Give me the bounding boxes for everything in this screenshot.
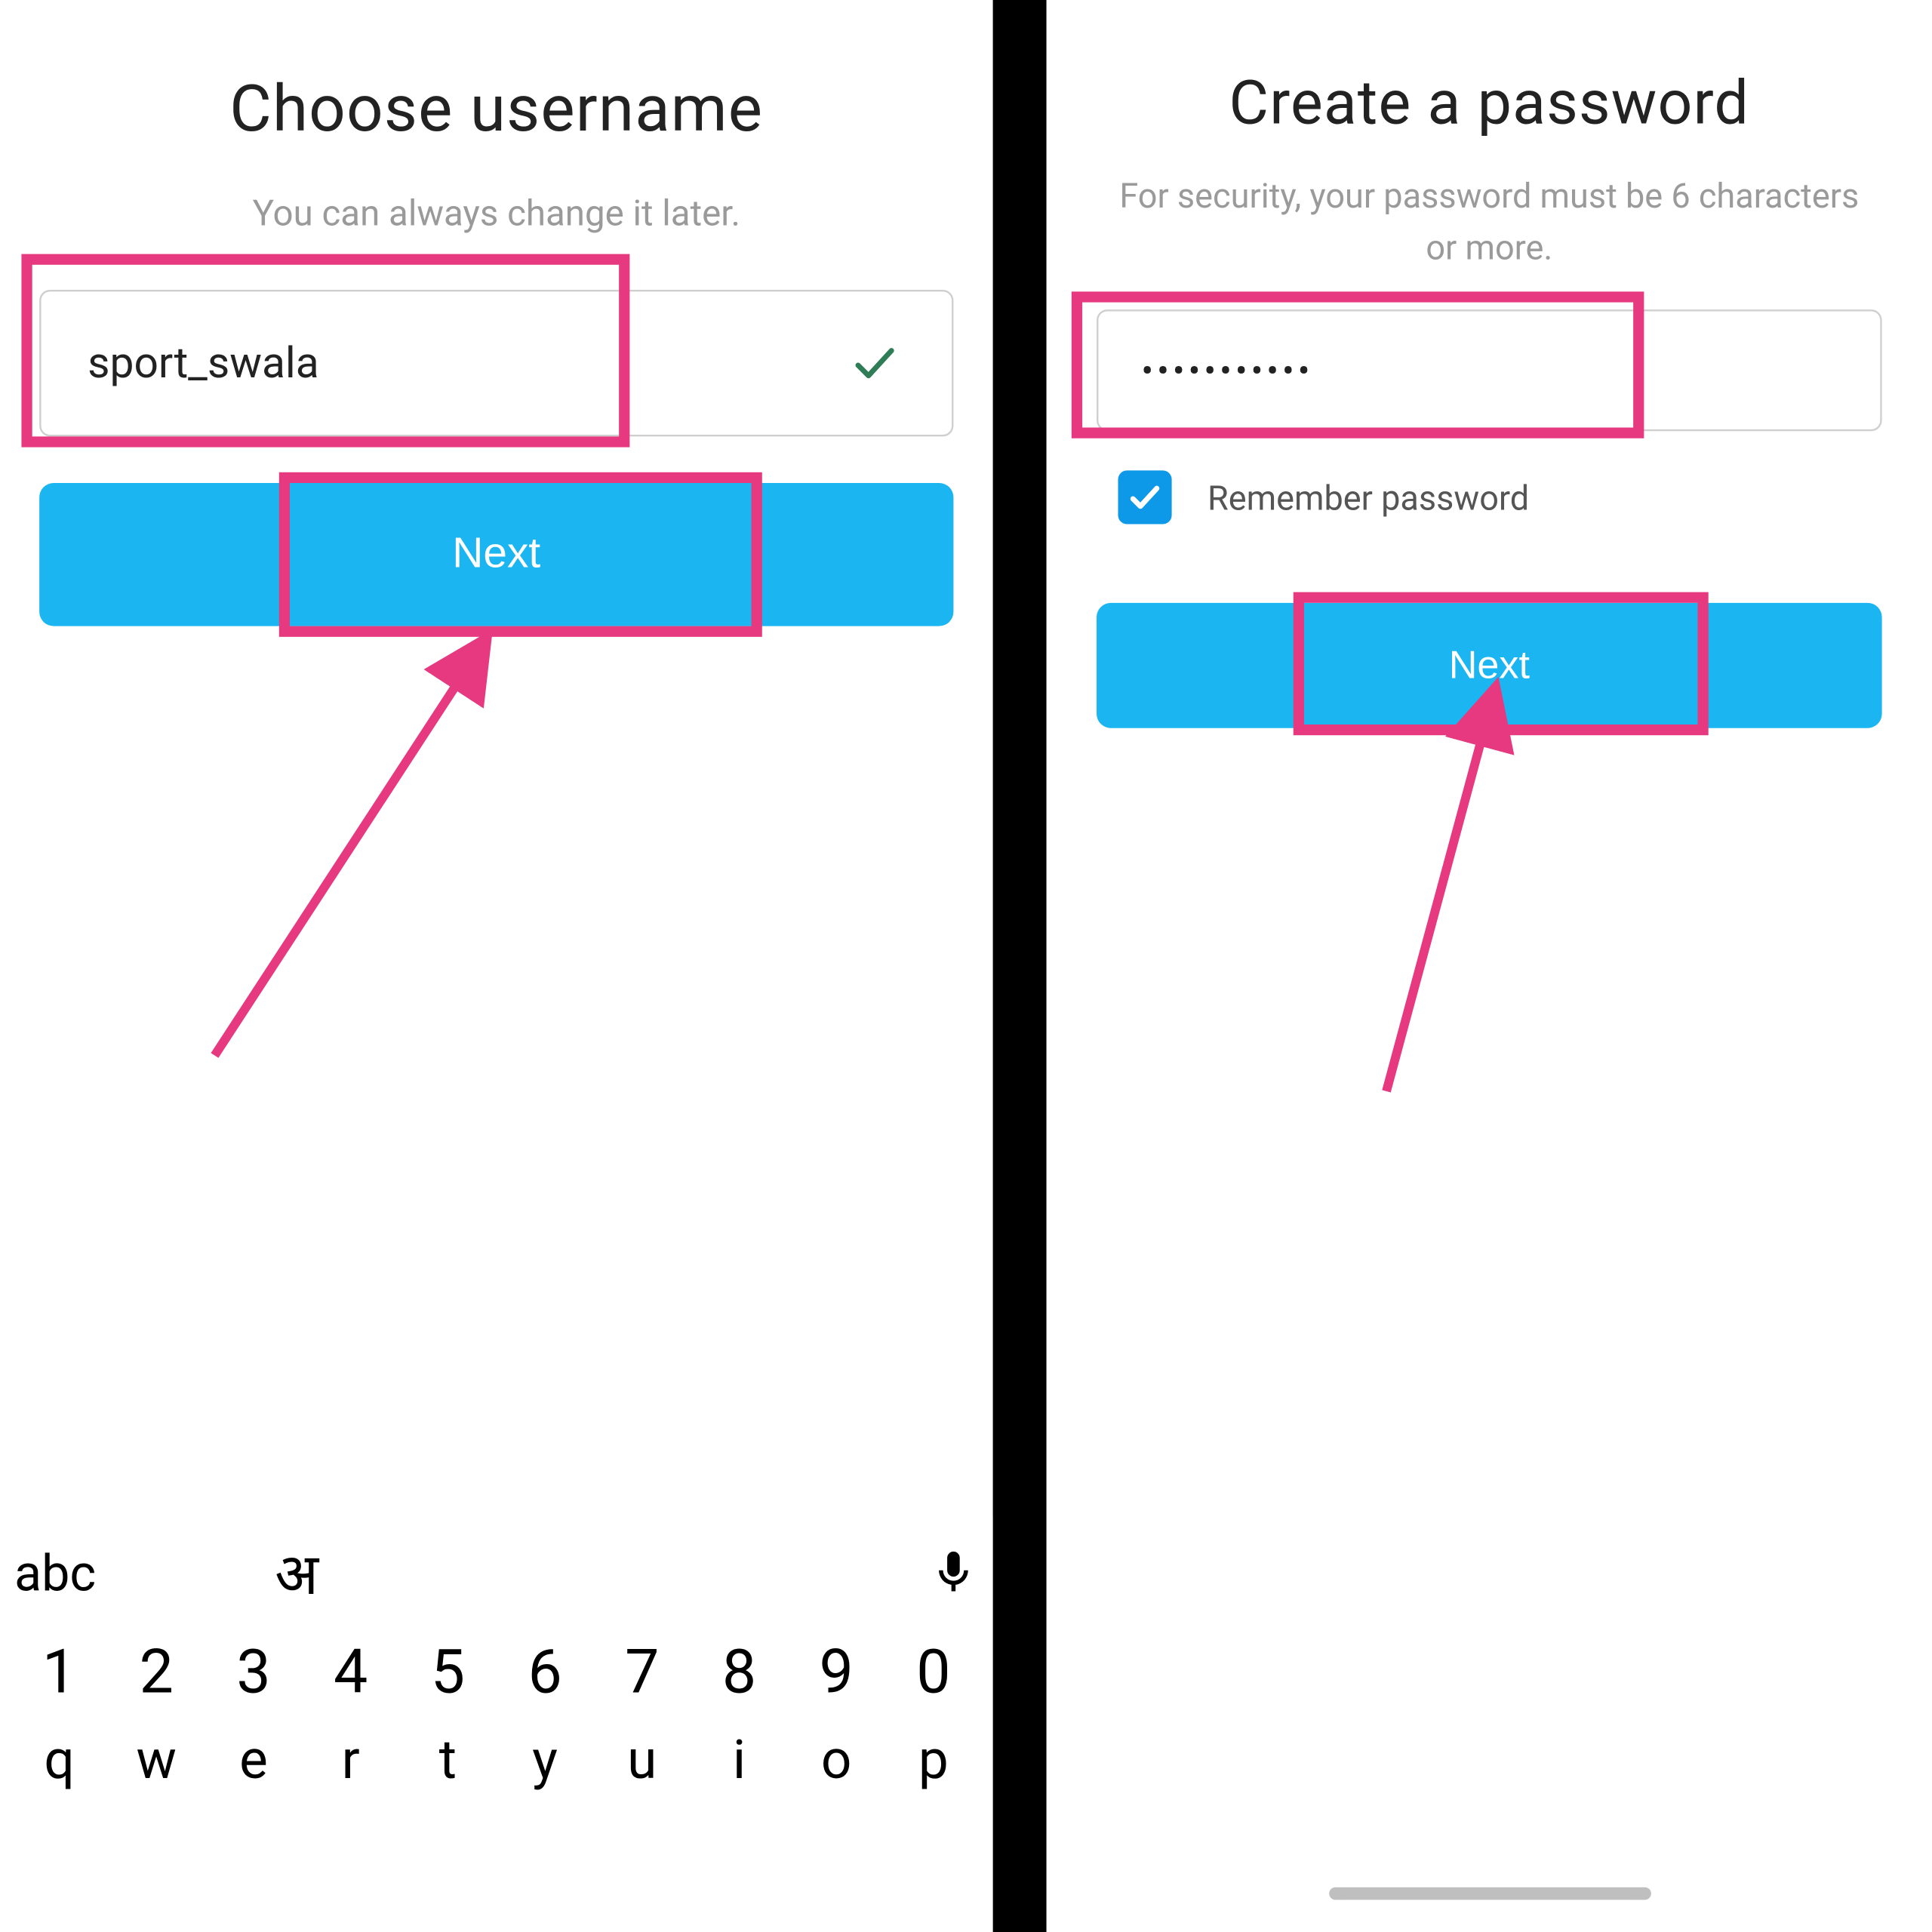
key-0[interactable]: 0 <box>885 1637 983 1709</box>
key-q[interactable]: q <box>11 1730 108 1792</box>
home-indicator[interactable] <box>1328 1887 1651 1900</box>
checkmark-icon <box>850 338 900 388</box>
username-screen: Choose username You can always change it… <box>0 0 993 1932</box>
annotation-arrow <box>197 608 519 1073</box>
key-e[interactable]: e <box>205 1730 303 1792</box>
next-button[interactable]: Next <box>39 483 953 626</box>
key-i[interactable]: i <box>691 1730 788 1792</box>
key-5[interactable]: 5 <box>399 1637 497 1709</box>
key-y[interactable]: y <box>497 1730 594 1792</box>
keyboard-mode-label[interactable]: abc <box>14 1543 96 1601</box>
username-input-container <box>39 290 953 436</box>
key-8[interactable]: 8 <box>691 1637 788 1709</box>
next-button[interactable]: Next <box>1097 603 1882 728</box>
page-title: Create a password <box>1047 68 1932 140</box>
panel-divider <box>993 0 1047 1932</box>
password-input-container <box>1097 309 1882 431</box>
next-button-label: Next <box>452 530 540 578</box>
key-t[interactable]: t <box>399 1730 497 1792</box>
username-input[interactable] <box>39 290 953 436</box>
key-4[interactable]: 4 <box>302 1637 399 1709</box>
annotation-arrow <box>1368 662 1529 1109</box>
key-u[interactable]: u <box>593 1730 691 1792</box>
key-2[interactable]: 2 <box>108 1637 205 1709</box>
key-o[interactable]: o <box>788 1730 885 1792</box>
remember-password-row: Remember password <box>1118 470 1881 524</box>
page-title: Choose username <box>0 72 993 147</box>
key-w[interactable]: w <box>108 1730 205 1792</box>
keyboard-language-glyph[interactable]: अ <box>275 1534 318 1611</box>
key-p[interactable]: p <box>885 1730 983 1792</box>
password-screen: Create a password For security, your pas… <box>1047 0 1932 1932</box>
key-7[interactable]: 7 <box>593 1637 691 1709</box>
key-3[interactable]: 3 <box>205 1637 303 1709</box>
next-button-label: Next <box>1449 642 1530 687</box>
mic-icon[interactable] <box>928 1547 978 1597</box>
page-subtitle: For security, your password must be 6 ch… <box>1047 172 1932 274</box>
keyboard-number-row: 1 2 3 4 5 6 7 8 9 0 <box>0 1626 993 1719</box>
soft-keyboard: abc अ 1 2 3 4 5 6 7 8 9 0 q w <box>0 1517 993 1932</box>
remember-label: Remember password <box>1208 477 1529 518</box>
keyboard-letter-row-1: q w e r t y u i o p <box>0 1719 993 1803</box>
password-input[interactable] <box>1097 309 1882 431</box>
key-6[interactable]: 6 <box>497 1637 594 1709</box>
key-1[interactable]: 1 <box>11 1637 108 1709</box>
key-9[interactable]: 9 <box>788 1637 885 1709</box>
page-subtitle: You can always change it later. <box>0 186 993 240</box>
key-r[interactable]: r <box>302 1730 399 1792</box>
remember-checkbox[interactable] <box>1118 470 1171 524</box>
